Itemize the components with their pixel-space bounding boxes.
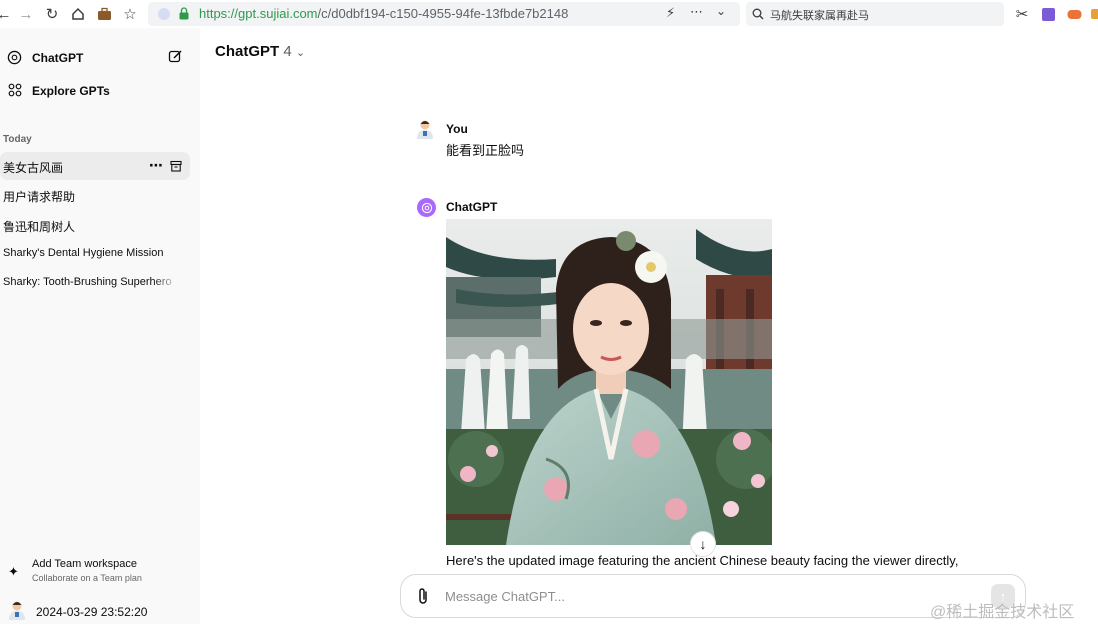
generated-image[interactable] <box>446 219 772 545</box>
sidebar: ChatGPT Explore GPTs Today 美女古风画 ⋯ 用户请求帮… <box>0 28 200 624</box>
message-author-user: You <box>446 122 468 136</box>
url-text[interactable]: https://gpt.sujiai.com/c/d0dbf194-c150-4… <box>199 6 568 21</box>
history-item-label: 鲁迅和周树人 <box>3 220 76 234</box>
browser-search-box[interactable]: 马航失联家属再赴马 <box>746 2 1004 26</box>
address-bar[interactable]: https://gpt.sujiai.com/c/d0dbf194-c150-4… <box>148 2 740 26</box>
forward-icon[interactable]: → <box>16 4 36 24</box>
chatgpt-avatar-icon <box>417 198 436 217</box>
sidebar-app-name: ChatGPT <box>32 51 84 65</box>
url-scheme: https:// <box>199 6 239 21</box>
openai-logo-icon <box>7 50 22 68</box>
grid-icon <box>8 83 22 100</box>
more-options-icon[interactable]: ⋯ <box>149 157 163 174</box>
history-item[interactable]: 美女古风画 ⋯ <box>0 152 190 180</box>
more-icon[interactable]: ⋯ <box>690 4 703 20</box>
paperclip-icon[interactable] <box>416 587 430 610</box>
search-icon <box>752 7 764 25</box>
game-extension-icon[interactable] <box>1064 4 1084 24</box>
archive-icon[interactable] <box>170 160 182 175</box>
team-workspace-subtitle: Collaborate on a Team plan <box>32 573 142 583</box>
browser-toolbar: ← → ↻ ☆ https://gpt.sujiai.com/c/d0dbf19… <box>0 0 1098 28</box>
history-item[interactable]: 用户请求帮助 <box>0 181 190 209</box>
history-item[interactable]: Sharky's Dental Hygiene Mission <box>0 240 190 268</box>
history-item[interactable]: 鲁迅和周树人 <box>0 211 190 239</box>
message-input[interactable] <box>445 586 965 606</box>
section-today-label: Today <box>3 134 32 145</box>
extensions-icon[interactable] <box>1086 4 1098 24</box>
lightning-icon[interactable]: ⚡ <box>666 5 675 21</box>
translate-extension-icon[interactable] <box>1038 4 1058 24</box>
history-item[interactable]: Sharky: Tooth-Brushing Superhero <box>0 269 190 297</box>
history-item-label: Sharky's Dental Hygiene Mission <box>3 247 164 259</box>
sidebar-new-chat-row[interactable]: ChatGPT <box>0 43 190 71</box>
assistant-message-text: Here's the updated image featuring the a… <box>446 553 959 568</box>
star-icon[interactable]: ☆ <box>120 4 140 24</box>
scissors-icon[interactable]: ✂ <box>1012 4 1032 24</box>
new-chat-icon[interactable] <box>168 49 183 67</box>
sparkle-icon: ✦ <box>8 564 19 579</box>
chevron-down-icon[interactable]: ⌄ <box>716 4 726 18</box>
history-item-label: Sharky: Tooth-Brushing Superhero <box>3 276 172 288</box>
user-menu[interactable]: 2024-03-29 23:52:20 <box>0 597 190 625</box>
user-label: 2024-03-29 23:52:20 <box>36 605 148 619</box>
add-team-workspace[interactable]: ✦ Add Team workspace Collaborate on a Te… <box>0 555 190 589</box>
avatar <box>416 119 434 144</box>
main-area: ChatGPT 4 ⌄ You 能看到正脸吗 ChatGPT ↓ Here's … <box>200 28 1098 624</box>
reload-icon[interactable]: ↻ <box>42 4 62 24</box>
model-selector[interactable]: ChatGPT 4 ⌄ <box>215 43 305 60</box>
history-item-label: 用户请求帮助 <box>3 190 76 204</box>
site-favicon-icon <box>158 8 170 20</box>
url-host: gpt.sujiai.com <box>238 6 318 21</box>
message-author-assistant: ChatGPT <box>446 200 498 214</box>
explore-gpts-label: Explore GPTs <box>32 84 110 98</box>
model-version: 4 <box>283 43 292 60</box>
avatar <box>8 600 26 623</box>
home-icon[interactable] <box>68 4 88 24</box>
back-icon[interactable]: ← <box>0 4 14 24</box>
briefcase-icon[interactable] <box>94 4 114 24</box>
search-text: 马航失联家属再赴马 <box>770 10 869 22</box>
model-name: ChatGPT <box>215 43 280 60</box>
team-workspace-title: Add Team workspace <box>32 558 137 570</box>
chevron-down-icon: ⌄ <box>295 47 306 59</box>
lock-icon <box>179 7 189 25</box>
sidebar-explore-gpts[interactable]: Explore GPTs <box>0 76 190 104</box>
user-message-text: 能看到正脸吗 <box>446 143 525 158</box>
url-path: /c/d0dbf194-c150-4955-94fe-13fbde7b2148 <box>317 6 569 21</box>
watermark: @稀土掘金技术社区 <box>930 604 1075 621</box>
